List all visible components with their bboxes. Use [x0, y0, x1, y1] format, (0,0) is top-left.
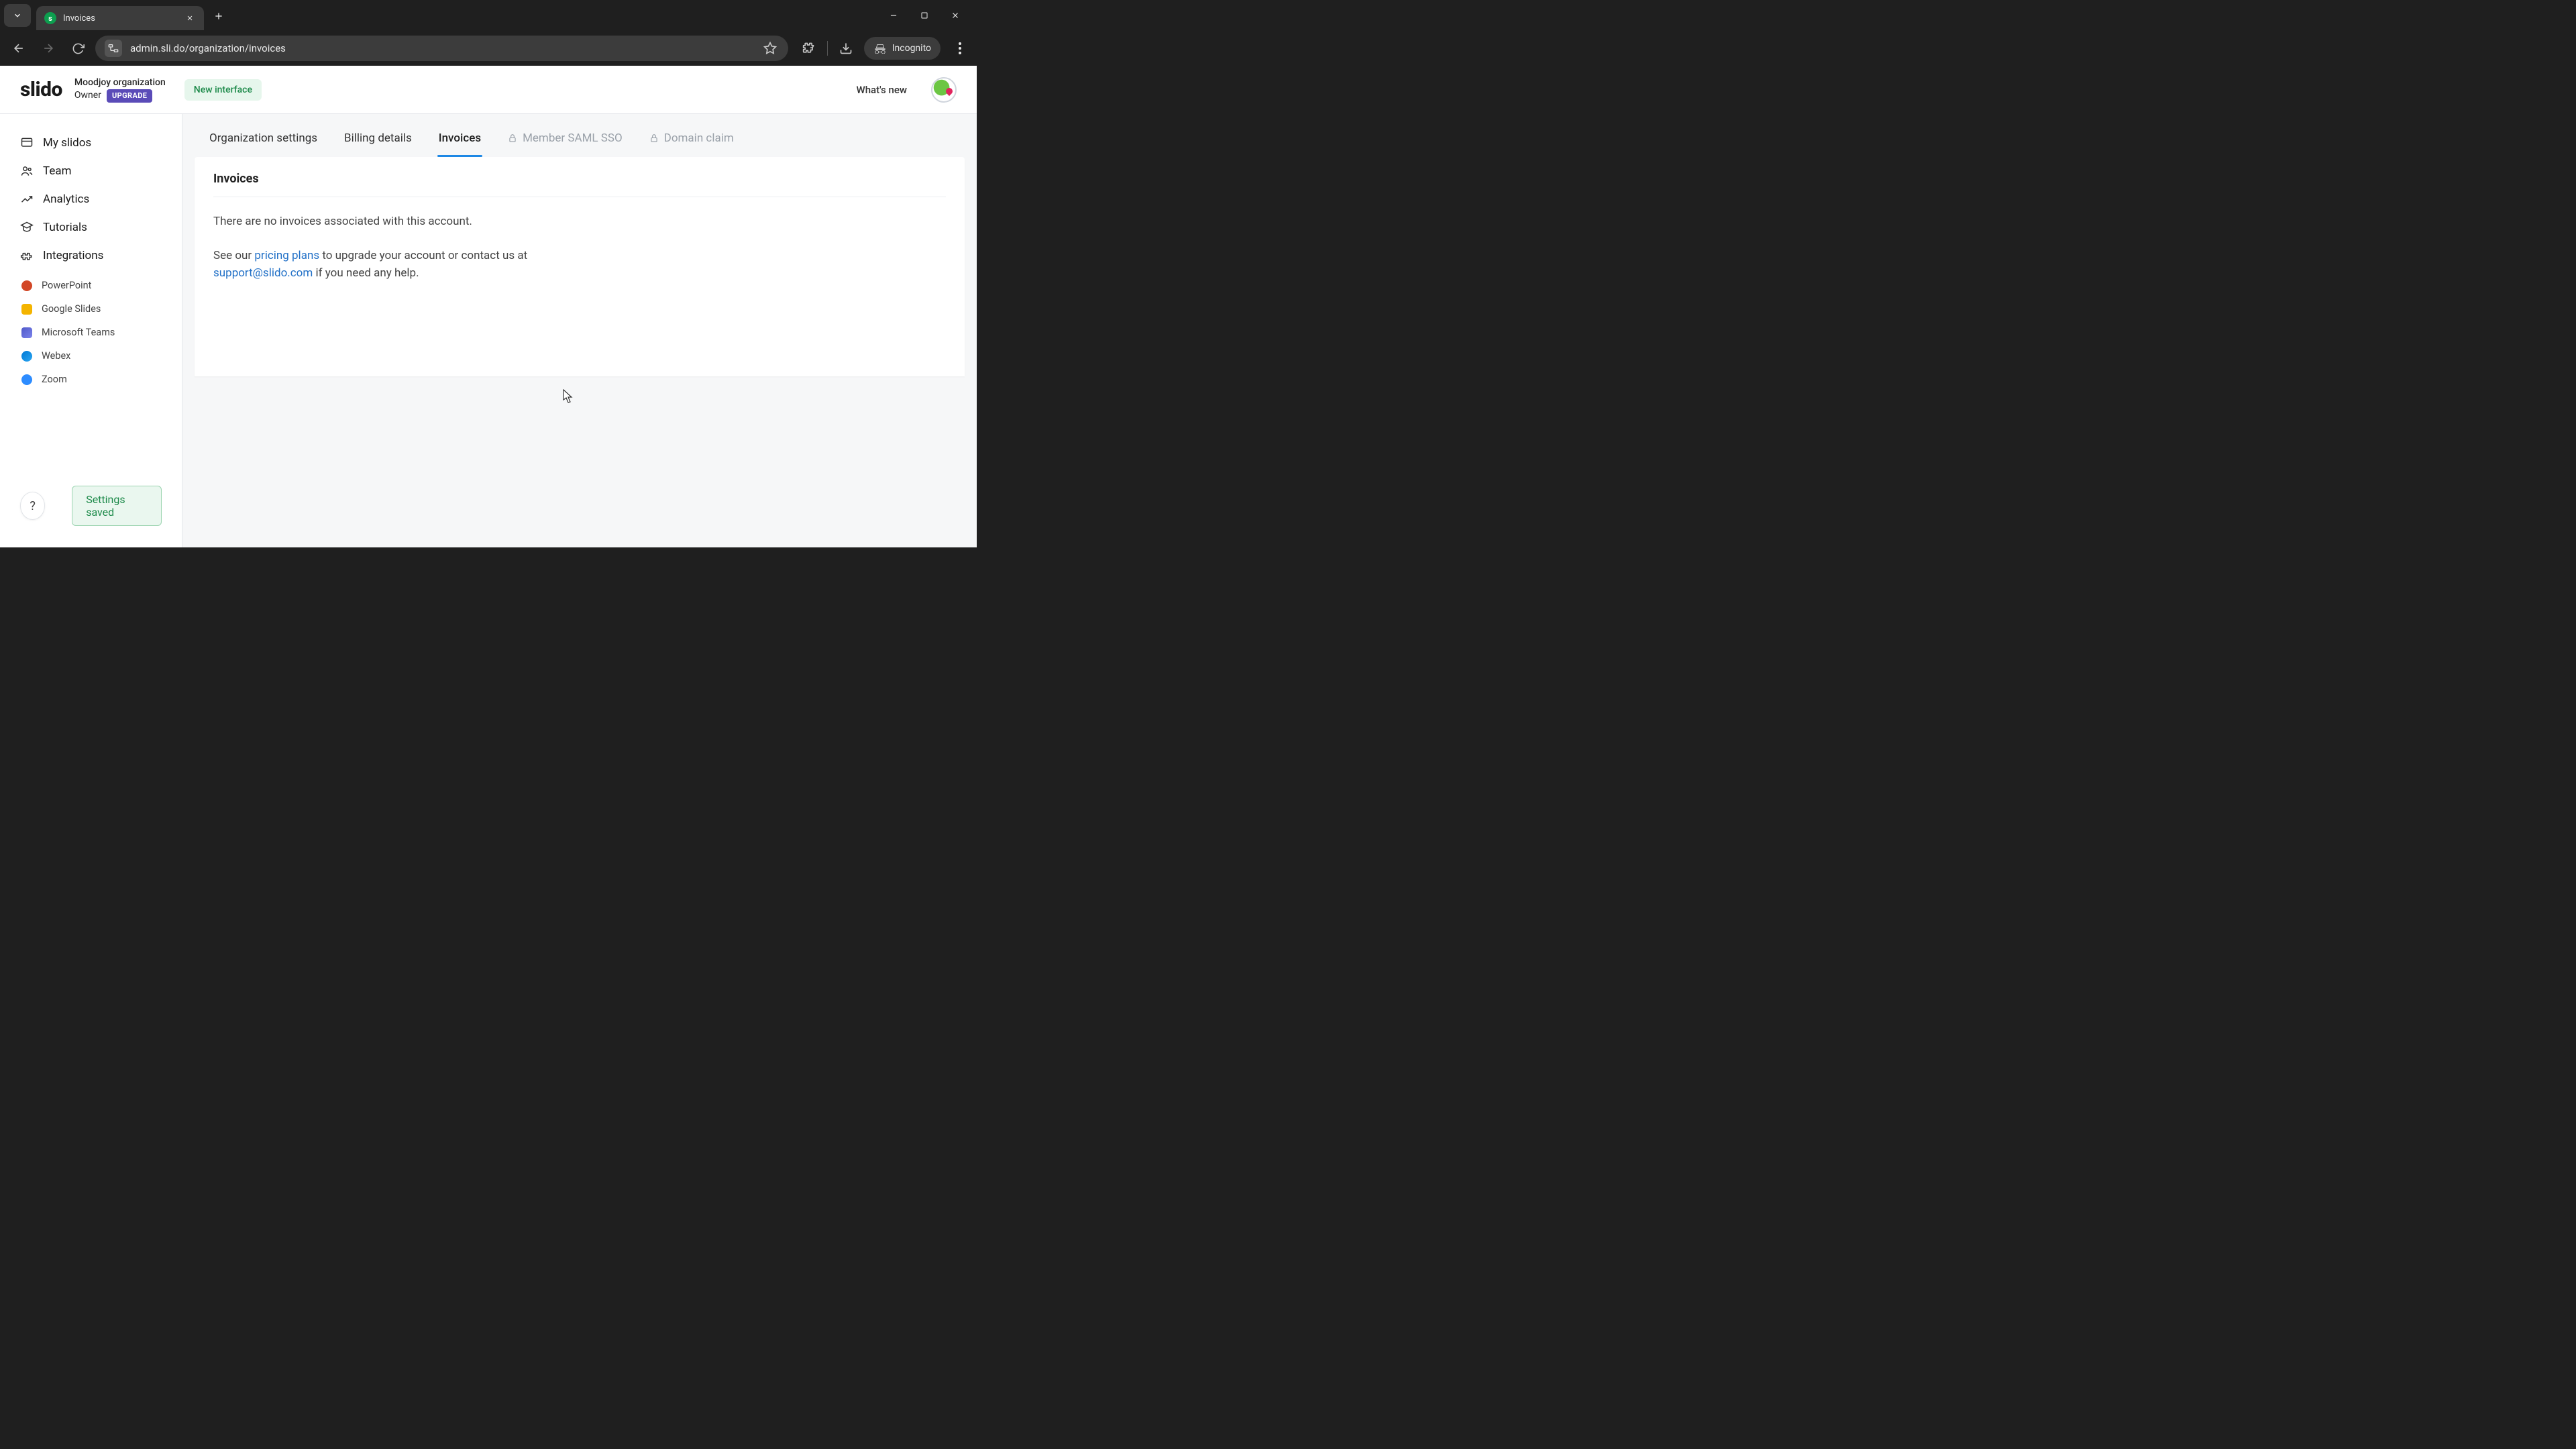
- zoom-icon: [21, 374, 32, 385]
- browser-menu-icon[interactable]: [950, 38, 970, 58]
- bookmark-star-icon[interactable]: [761, 40, 779, 57]
- browser-titlebar: s Invoices: [0, 0, 977, 31]
- team-icon: [20, 164, 34, 178]
- incognito-icon: [873, 43, 887, 54]
- google-slides-icon: [21, 304, 32, 315]
- tutorials-icon: [20, 221, 34, 234]
- main-content: Organization settings Billing details In…: [182, 114, 977, 547]
- sidebar-item-label: Team: [43, 164, 72, 178]
- sidebar: My slidos Team Analytics Tutorials: [0, 114, 182, 547]
- new-tab-button[interactable]: [213, 11, 224, 21]
- app-header: slido Moodjoy organization Owner UPGRADE…: [0, 66, 977, 114]
- settings-tabs: Organization settings Billing details In…: [195, 114, 965, 157]
- help-text-prefix: See our: [213, 249, 254, 262]
- integration-zoom[interactable]: Zoom: [0, 368, 182, 391]
- toolbar-right: Incognito: [794, 37, 970, 60]
- microsoft-teams-icon: [21, 327, 32, 338]
- whats-new-link[interactable]: What's new: [857, 84, 907, 96]
- sidebar-item-team[interactable]: Team: [0, 157, 182, 185]
- window-controls: [885, 7, 977, 23]
- sidebar-item-analytics[interactable]: Analytics: [0, 185, 182, 213]
- org-name: Moodjoy organization: [74, 76, 166, 89]
- app-root: slido Moodjoy organization Owner UPGRADE…: [0, 66, 977, 547]
- tab-invoices[interactable]: Invoices: [437, 125, 482, 157]
- integration-label: PowerPoint: [42, 280, 91, 291]
- analytics-icon: [20, 193, 34, 206]
- sidebar-item-label: Integrations: [43, 249, 103, 262]
- nav-forward-icon[interactable]: [36, 36, 60, 60]
- integration-powerpoint[interactable]: PowerPoint: [0, 274, 182, 297]
- new-interface-chip[interactable]: New interface: [184, 79, 262, 101]
- downloads-icon[interactable]: [837, 40, 855, 57]
- integration-webex[interactable]: Webex: [0, 344, 182, 368]
- org-role: Owner: [74, 89, 101, 102]
- integrations-icon: [20, 249, 34, 262]
- tab-label: Domain claim: [664, 131, 734, 145]
- nav-back-icon[interactable]: [7, 36, 31, 60]
- help-text-suffix: if you need any help.: [313, 266, 419, 280]
- incognito-indicator[interactable]: Incognito: [864, 37, 941, 60]
- tab-title: Invoices: [63, 13, 177, 23]
- tab-domain-claim[interactable]: Domain claim: [648, 125, 735, 157]
- sidebar-item-integrations[interactable]: Integrations: [0, 241, 182, 270]
- org-block: Moodjoy organization Owner UPGRADE: [74, 76, 166, 103]
- site-info-icon[interactable]: [105, 40, 122, 57]
- integration-label: Webex: [42, 350, 70, 362]
- toolbar-separator: [827, 41, 828, 56]
- browser-tab[interactable]: s Invoices: [36, 6, 204, 30]
- browser-toolbar: admin.sli.do/organization/invoices Incog…: [0, 31, 977, 66]
- sidebar-item-my-slidos[interactable]: My slidos: [0, 129, 182, 157]
- tab-saml-sso[interactable]: Member SAML SSO: [506, 125, 624, 157]
- url-text: admin.sli.do/organization/invoices: [130, 42, 753, 54]
- support-email-link[interactable]: support@slido.com: [213, 266, 313, 280]
- lock-icon: [649, 133, 659, 143]
- integration-label: Zoom: [42, 374, 67, 385]
- help-button[interactable]: ?: [20, 492, 45, 520]
- settings-saved-toast: Settings saved: [72, 486, 162, 526]
- avatar[interactable]: [931, 77, 957, 103]
- nav-reload-icon[interactable]: [66, 36, 90, 60]
- tab-billing-details[interactable]: Billing details: [343, 125, 413, 157]
- app-body: My slidos Team Analytics Tutorials: [0, 114, 977, 547]
- invoices-panel: Invoices There are no invoices associate…: [195, 157, 965, 376]
- window-minimize-icon[interactable]: [885, 7, 902, 23]
- window-close-icon[interactable]: [947, 7, 963, 23]
- tab-label: Member SAML SSO: [523, 131, 623, 145]
- slidos-icon: [20, 136, 34, 150]
- incognito-label: Incognito: [892, 43, 931, 54]
- tab-organization-settings[interactable]: Organization settings: [208, 125, 319, 157]
- sidebar-item-tutorials[interactable]: Tutorials: [0, 213, 182, 241]
- integration-label: Microsoft Teams: [42, 327, 115, 338]
- lock-icon: [508, 133, 517, 143]
- tab-search-button[interactable]: [4, 4, 31, 27]
- webex-icon: [21, 351, 32, 362]
- extensions-icon[interactable]: [800, 40, 818, 57]
- invoices-empty-message: There are no invoices associated with th…: [213, 215, 946, 228]
- tab-favicon: s: [44, 12, 56, 24]
- upgrade-badge[interactable]: UPGRADE: [107, 89, 152, 103]
- slido-logo[interactable]: slido: [20, 78, 62, 101]
- help-text-mid: to upgrade your account or contact us at: [319, 249, 527, 262]
- sidebar-item-label: My slidos: [43, 136, 91, 150]
- powerpoint-icon: [21, 280, 32, 291]
- address-bar[interactable]: admin.sli.do/organization/invoices: [95, 36, 788, 61]
- window-maximize-icon[interactable]: [916, 7, 932, 23]
- sidebar-item-label: Tutorials: [43, 221, 87, 234]
- invoices-help-text: See our pricing plans to upgrade your ac…: [213, 247, 683, 282]
- panel-title: Invoices: [213, 172, 946, 197]
- integration-google-slides[interactable]: Google Slides: [0, 297, 182, 321]
- integration-microsoft-teams[interactable]: Microsoft Teams: [0, 321, 182, 344]
- integration-label: Google Slides: [42, 303, 101, 315]
- tab-close-icon[interactable]: [184, 12, 196, 24]
- sidebar-item-label: Analytics: [43, 193, 89, 206]
- pricing-plans-link[interactable]: pricing plans: [254, 249, 319, 262]
